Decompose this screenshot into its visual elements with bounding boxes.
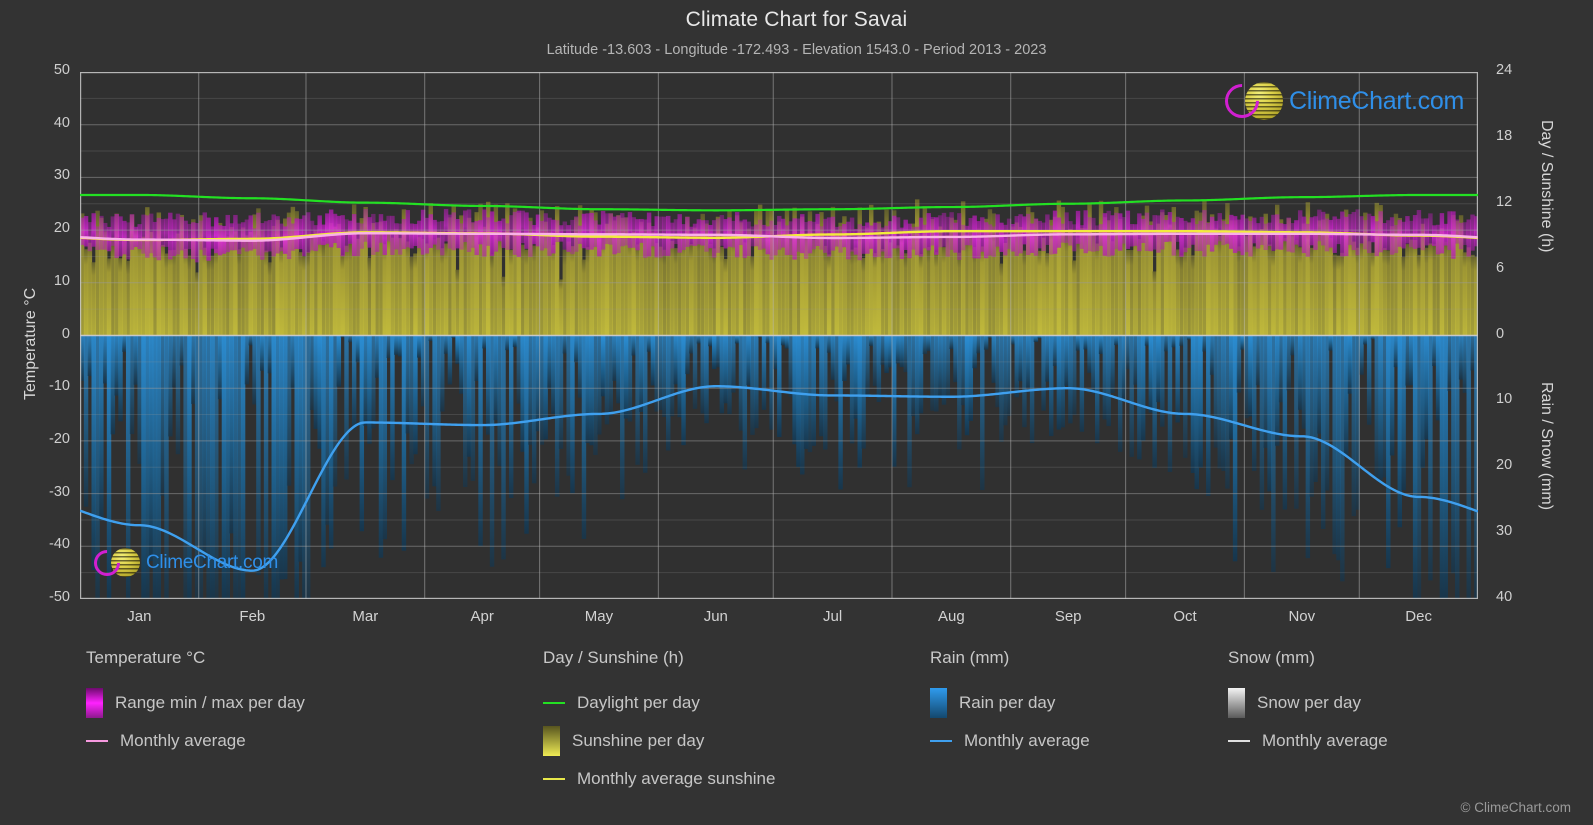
legend-item[interactable]: Monthly average [86, 722, 305, 760]
legend-swatch-box [86, 688, 103, 718]
x-tick-jan: Jan [94, 608, 184, 625]
legend-item-label: Range min / max per day [115, 693, 305, 713]
y-tick-right: 40 [1496, 589, 1542, 605]
watermark-top-right: ClimeChart.com [1225, 82, 1464, 120]
legend-column-day-sunshine-h: Day / Sunshine (h) Daylight per day Sunshi… [543, 648, 775, 798]
y-tick-left: -40 [24, 536, 70, 552]
x-tick-nov: Nov [1257, 608, 1347, 625]
x-tick-dec: Dec [1374, 608, 1464, 625]
legend-item[interactable]: Range min / max per day [86, 684, 305, 722]
legend-column-rain-mm: Rain (mm) Rain per day Monthly average [930, 648, 1090, 760]
x-tick-may: May [554, 608, 644, 625]
x-tick-mar: Mar [320, 608, 410, 625]
legend-heading: Rain (mm) [930, 648, 1090, 668]
x-tick-jul: Jul [788, 608, 878, 625]
legend-swatch-line [543, 778, 565, 780]
legend-item-label: Monthly average [120, 731, 246, 751]
watermark-label: ClimeChart.com [1289, 87, 1464, 116]
legend-swatch-line [930, 740, 952, 742]
legend-item-label: Sunshine per day [572, 731, 704, 751]
x-tick-oct: Oct [1140, 608, 1230, 625]
y-tick-left: -30 [24, 484, 70, 500]
legend-item[interactable]: Monthly average [1228, 722, 1388, 760]
legend-swatch-line-wrap [543, 778, 565, 780]
legend-item-label: Monthly average sunshine [577, 769, 775, 789]
y-tick-left: 30 [24, 167, 70, 183]
legend-heading: Temperature °C [86, 648, 305, 668]
legend-swatch-box [930, 688, 947, 718]
y-tick-left: 40 [24, 115, 70, 131]
y-tick-left: -20 [24, 431, 70, 447]
legend-swatch-line-wrap [930, 740, 952, 742]
x-tick-sep: Sep [1023, 608, 1113, 625]
legend-swatch-box [543, 726, 560, 756]
y-tick-left: 0 [24, 326, 70, 342]
y-tick-right: 30 [1496, 523, 1542, 539]
daylight-line [80, 195, 1478, 210]
legend-column-temperature-c: Temperature °C Range min / max per day Mon… [86, 648, 305, 760]
legend-item-label: Snow per day [1257, 693, 1361, 713]
legend-heading: Day / Sunshine (h) [543, 648, 775, 668]
page-title: Climate Chart for Savai [0, 8, 1593, 32]
y-tick-left: 10 [24, 273, 70, 289]
legend-heading: Snow (mm) [1228, 648, 1388, 668]
x-tick-apr: Apr [437, 608, 527, 625]
y-tick-right: 18 [1496, 128, 1542, 144]
y-tick-right: 20 [1496, 457, 1542, 473]
watermark-label: ClimeChart.com [146, 552, 278, 574]
legend-item[interactable]: Rain per day [930, 684, 1090, 722]
legend-swatch-box [1228, 688, 1245, 718]
x-tick-feb: Feb [207, 608, 297, 625]
y-tick-right: 12 [1496, 194, 1542, 210]
watermark-bottom-left: ClimeChart.com [94, 548, 278, 577]
legend-item[interactable]: Sunshine per day [543, 722, 775, 760]
legend-swatch-line [543, 702, 565, 704]
legend-item-label: Monthly average [1262, 731, 1388, 751]
legend-column-snow-mm: Snow (mm) Snow per day Monthly average [1228, 648, 1388, 760]
x-tick-jun: Jun [671, 608, 761, 625]
legend-item[interactable]: Daylight per day [543, 684, 775, 722]
y-tick-left: 20 [24, 220, 70, 236]
chart-legend: Temperature °C Range min / max per day Mon… [0, 648, 1593, 825]
y-tick-right: 0 [1496, 326, 1542, 342]
legend-swatch-line [86, 740, 108, 742]
legend-item-label: Monthly average [964, 731, 1090, 751]
x-tick-aug: Aug [906, 608, 996, 625]
climate-chart-plot[interactable]: ClimeChart.com ClimeChart.com [80, 72, 1478, 599]
y-tick-right: 10 [1496, 391, 1542, 407]
y-tick-right: 6 [1496, 260, 1542, 276]
y-tick-right: 24 [1496, 62, 1542, 78]
legend-swatch-line-wrap [543, 702, 565, 704]
chart-svg [80, 72, 1478, 599]
page-subtitle: Latitude -13.603 - Longitude -172.493 - … [0, 42, 1593, 58]
y-tick-left: -10 [24, 378, 70, 394]
copyright-text: © ClimeChart.com [1461, 800, 1571, 815]
legend-swatch-line [1228, 740, 1250, 742]
legend-item[interactable]: Snow per day [1228, 684, 1388, 722]
legend-swatch-line-wrap [86, 740, 108, 742]
y-tick-left: 50 [24, 62, 70, 78]
legend-item-label: Daylight per day [577, 693, 700, 713]
legend-swatch-line-wrap [1228, 740, 1250, 742]
y-tick-left: -50 [24, 589, 70, 605]
legend-item[interactable]: Monthly average sunshine [543, 760, 775, 798]
legend-item[interactable]: Monthly average [930, 722, 1090, 760]
legend-item-label: Rain per day [959, 693, 1055, 713]
